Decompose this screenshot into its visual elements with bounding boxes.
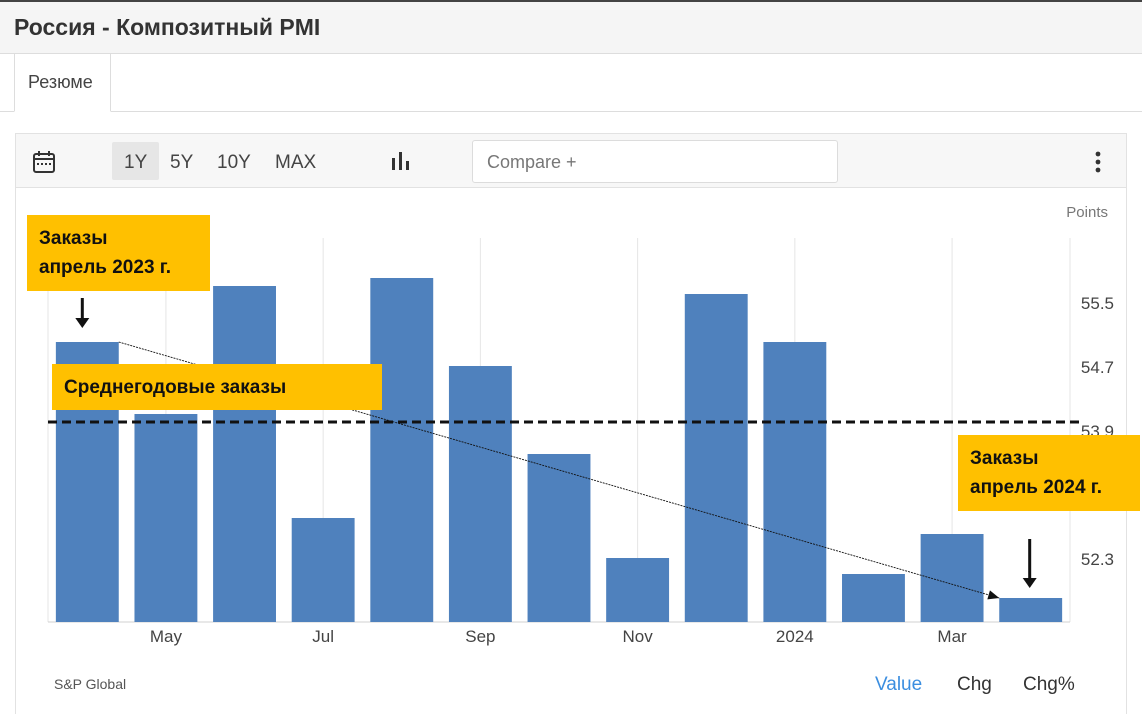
x-tick-label: May <box>150 627 183 646</box>
bar-nov-2023 <box>606 558 670 622</box>
y-tick-label: 52.3 <box>1081 550 1114 569</box>
pmi-bar-chart: Points52.353.954.755.5May Jul Sep Nov 2024 Ma… <box>47 204 1114 646</box>
bar-jul-2023 <box>291 518 355 622</box>
arrow-end-bar-head <box>1022 578 1037 588</box>
y-tick-label: 55.5 <box>1081 294 1114 313</box>
callout-end-line1: Заказы <box>970 448 1039 469</box>
callout-end-line2: апрель 2024 г. <box>970 477 1103 498</box>
callout-orders-april-2024: Заказы апрель 2024 г. <box>958 435 1140 511</box>
toggle-chg-percent[interactable]: Chg% <box>1023 674 1075 696</box>
bar-feb-2024 <box>842 574 905 622</box>
x-tick-label: Sep <box>465 627 495 646</box>
y-tick-label: 54.7 <box>1081 358 1114 377</box>
x-tick-label: Jul <box>312 627 334 646</box>
callout-orders-april-2023: Заказы апрель 2023 г. <box>27 215 210 291</box>
bar-aug-2023 <box>370 278 434 622</box>
trend-line-arrowhead <box>987 590 1000 600</box>
x-tick-label: Nov <box>622 627 653 646</box>
bar-jun-2023 <box>213 286 276 622</box>
data-source-label: S&P Global <box>54 676 127 692</box>
bar-sep-2023 <box>448 366 512 622</box>
bar-may-2023 <box>134 414 198 622</box>
toggle-chg[interactable]: Chg <box>957 674 992 696</box>
bar-apr-2024 <box>999 598 1063 622</box>
callout-start-line2: апрель 2023 г. <box>39 257 172 278</box>
bar-jan-2024 <box>763 342 827 622</box>
callout-annual-average: Среднегодовые заказы <box>52 364 382 410</box>
bar-oct-2023 <box>527 454 591 622</box>
callout-start-line1: Заказы <box>39 228 108 249</box>
x-tick-label: Mar <box>937 627 967 646</box>
bar-dec-2023 <box>684 294 748 622</box>
toggle-value[interactable]: Value <box>875 674 922 696</box>
x-tick-label: 2024 <box>776 627 814 646</box>
arrow-start-bar-head <box>75 318 90 328</box>
y-unit-label: Points <box>1066 204 1108 221</box>
callout-average-text: Среднегодовые заказы <box>64 377 287 398</box>
